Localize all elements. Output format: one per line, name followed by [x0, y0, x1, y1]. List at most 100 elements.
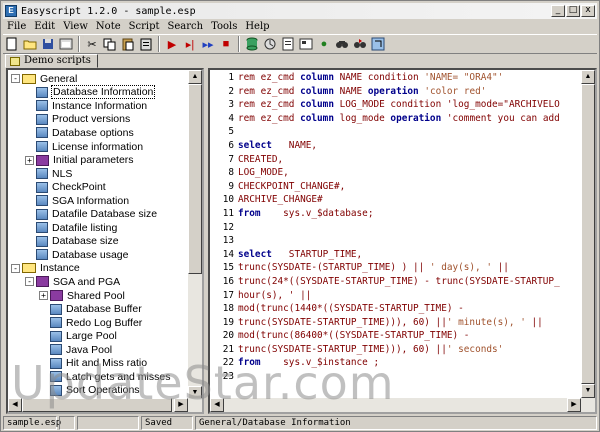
scroll-left-arrow-icon[interactable]: ◀: [8, 398, 22, 412]
menu-script[interactable]: Script: [125, 21, 164, 32]
tree-item[interactable]: Datafile listing: [8, 221, 188, 235]
scroll-up-arrow-icon[interactable]: ▲: [188, 70, 202, 84]
close-button[interactable]: x: [581, 5, 595, 17]
expand-icon[interactable]: +: [25, 155, 34, 165]
book-icon: [36, 154, 49, 166]
tree-item[interactable]: CheckPoint: [8, 180, 188, 194]
tree-item[interactable]: SGA Information: [8, 194, 188, 208]
editor-horizontal-scrollbar[interactable]: ◀ ▶: [210, 398, 595, 412]
tree-item[interactable]: + Initial parameters: [8, 153, 188, 167]
tree-item-label: Hit and Miss ratio: [66, 357, 148, 370]
code-line: 2 rem ez_cmd column NAME operation 'color…: [210, 86, 582, 100]
menu-file[interactable]: File: [3, 21, 30, 32]
menu-edit[interactable]: Edit: [30, 21, 59, 32]
menu-view[interactable]: View: [59, 21, 92, 32]
tree-item[interactable]: Java Pool: [8, 343, 188, 357]
new-icon[interactable]: [4, 36, 20, 52]
scroll-right-arrow-icon[interactable]: ▶: [174, 398, 188, 412]
status-file: sample.esp: [3, 416, 61, 430]
code-line: 4 rem ez_cmd column log_mode operation 'c…: [210, 113, 582, 127]
tree-item[interactable]: - SGA and PGA: [8, 275, 188, 289]
tree-item[interactable]: Product versions: [8, 113, 188, 127]
tree-item[interactable]: Large Pool: [8, 329, 188, 343]
collapse-icon[interactable]: -: [11, 263, 20, 273]
book-icon: [50, 290, 63, 302]
tree-item[interactable]: Sort Operations: [8, 384, 188, 398]
copy-icon[interactable]: [102, 36, 118, 52]
execute-icon[interactable]: ●: [316, 36, 332, 52]
run-icon[interactable]: ▶: [164, 36, 180, 52]
clipboard-icon[interactable]: [138, 36, 154, 52]
stop-icon[interactable]: ■: [218, 36, 234, 52]
database-icon[interactable]: [244, 36, 260, 52]
tree-item-label: Redo Log Buffer: [66, 316, 143, 329]
open-icon[interactable]: [22, 36, 38, 52]
tree-item[interactable]: Database Information: [8, 85, 188, 100]
tree-item[interactable]: Redo Log Buffer: [8, 316, 188, 330]
script-icon: [50, 357, 62, 369]
paste-icon[interactable]: [120, 36, 136, 52]
code-text: from sys.v_$instance ;: [238, 357, 380, 369]
code-line: 19 trunc(SYSDATE-STARTUP_TIME))), 60) ||'…: [210, 317, 582, 331]
properties-icon[interactable]: [58, 36, 74, 52]
menu-help[interactable]: Help: [241, 21, 273, 32]
scroll-left-arrow-icon[interactable]: ◀: [210, 398, 224, 412]
binoculars-icon[interactable]: [334, 36, 350, 52]
editor-scroll-thumb[interactable]: [581, 84, 595, 384]
menu-search[interactable]: Search: [164, 21, 208, 32]
tree-item[interactable]: Hit and Miss ratio: [8, 356, 188, 370]
title-bar[interactable]: E Easyscript 1.2.0 - sample.esp _ □ x: [3, 3, 597, 19]
script-tree[interactable]: - General Database Information Instance Inf…: [6, 68, 204, 414]
tab-demo-scripts[interactable]: Demo scripts: [5, 54, 98, 68]
code-editor[interactable]: 1 rem ez_cmd column NAME condition 'NAME=…: [208, 68, 597, 414]
line-number: 19: [222, 316, 234, 328]
script-tab-icon: [10, 57, 20, 66]
line-number: 5: [228, 126, 234, 138]
collapse-icon[interactable]: -: [25, 277, 34, 287]
save-icon[interactable]: [40, 36, 56, 52]
tree-item[interactable]: Database Buffer: [8, 302, 188, 316]
code-text: rem ez_cmd column NAME operation 'color …: [238, 85, 487, 97]
tree-scroll-thumb[interactable]: [188, 84, 202, 274]
tree-item[interactable]: License information: [8, 140, 188, 154]
tree-item[interactable]: + Shared Pool: [8, 289, 188, 303]
tree-vertical-scrollbar[interactable]: ▲ ▼: [188, 70, 202, 400]
code-text: LOG_MODE,: [238, 167, 289, 179]
run-all-icon[interactable]: ▸▸: [200, 36, 216, 52]
script-icon: [36, 181, 48, 193]
scroll-down-arrow-icon[interactable]: ▼: [581, 384, 595, 398]
tree-item-label: SGA Information: [52, 194, 130, 207]
line-number: 14: [222, 248, 234, 260]
tree-item[interactable]: - General: [8, 72, 188, 86]
editor-vertical-scrollbar[interactable]: ▲ ▼: [581, 70, 595, 398]
connect-icon[interactable]: [262, 36, 278, 52]
tree-horizontal-scrollbar[interactable]: ◀ ▶: [8, 398, 202, 412]
tree-item[interactable]: - Instance: [8, 262, 188, 276]
collapse-icon[interactable]: -: [11, 74, 20, 84]
tree-hscroll-thumb[interactable]: [22, 398, 172, 412]
menu-tools[interactable]: Tools: [207, 21, 241, 32]
step-icon[interactable]: ▸|: [182, 36, 198, 52]
line-number: 21: [222, 343, 234, 355]
cut-icon[interactable]: ✂: [84, 36, 100, 52]
script-icon[interactable]: [280, 36, 296, 52]
tree-item[interactable]: NLS: [8, 167, 188, 181]
scroll-up-arrow-icon[interactable]: ▲: [581, 70, 595, 84]
tree-item[interactable]: Database options: [8, 126, 188, 140]
document-icon[interactable]: [298, 36, 314, 52]
tree-item[interactable]: Datafile Database size: [8, 207, 188, 221]
tree-item[interactable]: Database usage: [8, 248, 188, 262]
tree-item[interactable]: Latch gets and misses: [8, 370, 188, 384]
minimize-button[interactable]: _: [551, 5, 565, 17]
tree-item[interactable]: Instance Information: [8, 99, 188, 113]
find-next-icon[interactable]: [352, 36, 368, 52]
replace-icon[interactable]: [370, 36, 386, 52]
menu-note[interactable]: Note: [92, 21, 125, 32]
scroll-right-arrow-icon[interactable]: ▶: [567, 398, 581, 412]
maximize-button[interactable]: □: [566, 5, 580, 17]
tree-item[interactable]: Database size: [8, 235, 188, 249]
code-text: from sys.v_$database;: [238, 207, 374, 219]
expand-icon[interactable]: +: [39, 291, 48, 301]
script-icon: [36, 127, 48, 139]
